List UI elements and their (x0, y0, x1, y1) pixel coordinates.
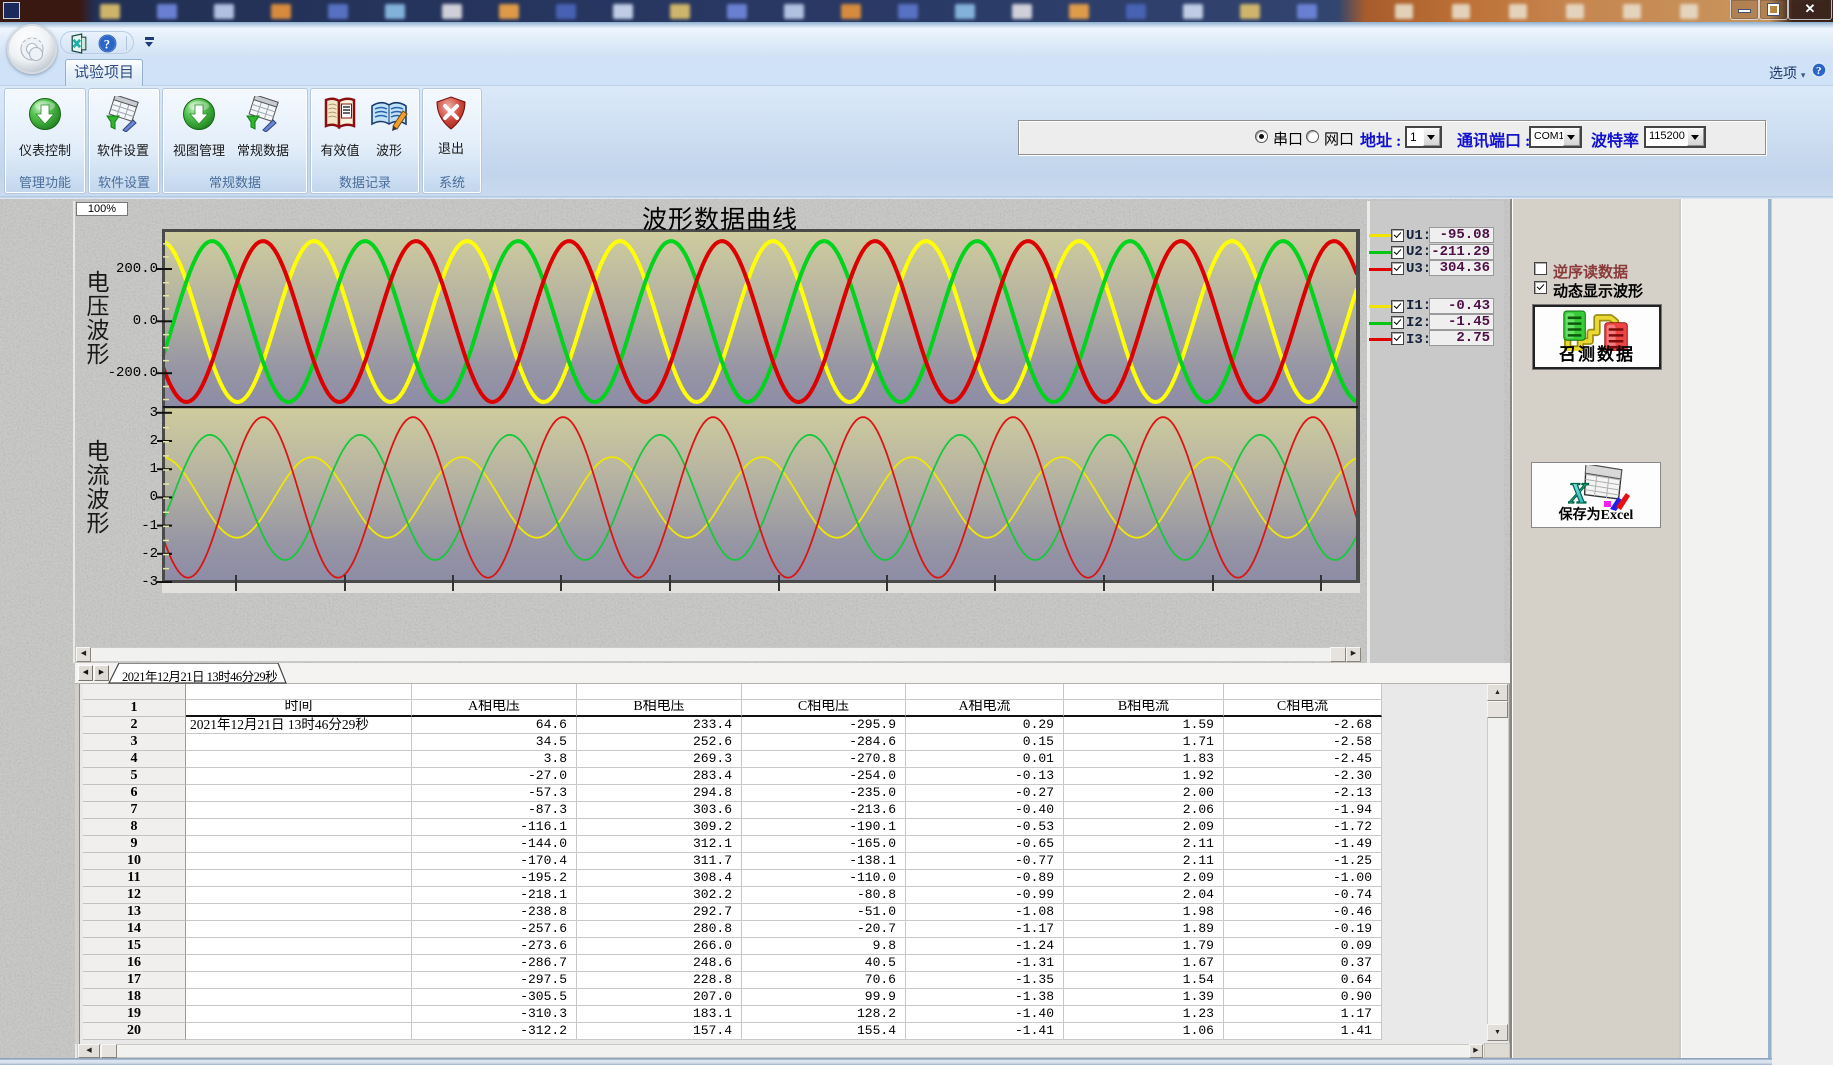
svg-text:?: ? (1816, 65, 1822, 77)
svg-text:?: ? (104, 37, 110, 51)
